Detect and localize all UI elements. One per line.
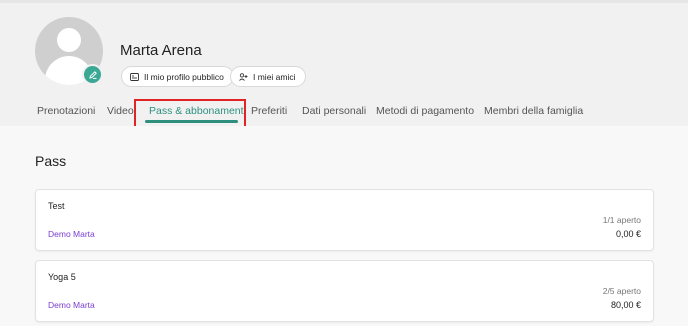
pencil-icon[interactable]	[82, 64, 103, 85]
pass-owner-link[interactable]: Demo Marta	[48, 300, 95, 310]
friends-button[interactable]: I miei amici	[230, 66, 306, 87]
tab-personal-data[interactable]: Dati personali	[302, 105, 366, 117]
tab-payment-methods[interactable]: Metodi di pagamento	[376, 105, 474, 117]
pass-price: 0,00 €	[615, 229, 641, 239]
tab-bookings[interactable]: Prenotazioni	[37, 105, 95, 117]
pass-title: Test	[48, 201, 65, 211]
public-profile-label: Il mio profilo pubblico	[144, 71, 224, 82]
pass-price: 80,00 €	[610, 300, 641, 310]
section-title: Pass	[35, 153, 67, 169]
tab-video[interactable]: Video	[107, 105, 134, 117]
highlight-box	[134, 99, 246, 129]
pass-status: 1/1 aperto	[602, 215, 641, 225]
tab-family-members[interactable]: Membri della famiglia	[484, 105, 583, 117]
pass-title: Yoga 5	[48, 272, 76, 282]
id-card-icon	[130, 72, 139, 81]
profile-tabs: Prenotazioni Video Pass & abbonamenti Pr…	[0, 105, 688, 123]
pass-card[interactable]: Test Demo Marta 1/1 aperto 0,00 €	[35, 189, 654, 251]
user-name: Marta Arena	[120, 42, 202, 59]
pass-owner-link[interactable]: Demo Marta	[48, 229, 95, 239]
tab-favorites[interactable]: Preferiti	[251, 105, 287, 117]
add-user-icon	[239, 72, 248, 81]
pass-card[interactable]: Yoga 5 Demo Marta 2/5 aperto 80,00 €	[35, 260, 654, 322]
pass-status: 2/5 aperto	[602, 286, 641, 296]
public-profile-button[interactable]: Il mio profilo pubblico	[121, 66, 234, 87]
avatar-head	[57, 28, 81, 52]
friends-label: I miei amici	[253, 71, 296, 82]
